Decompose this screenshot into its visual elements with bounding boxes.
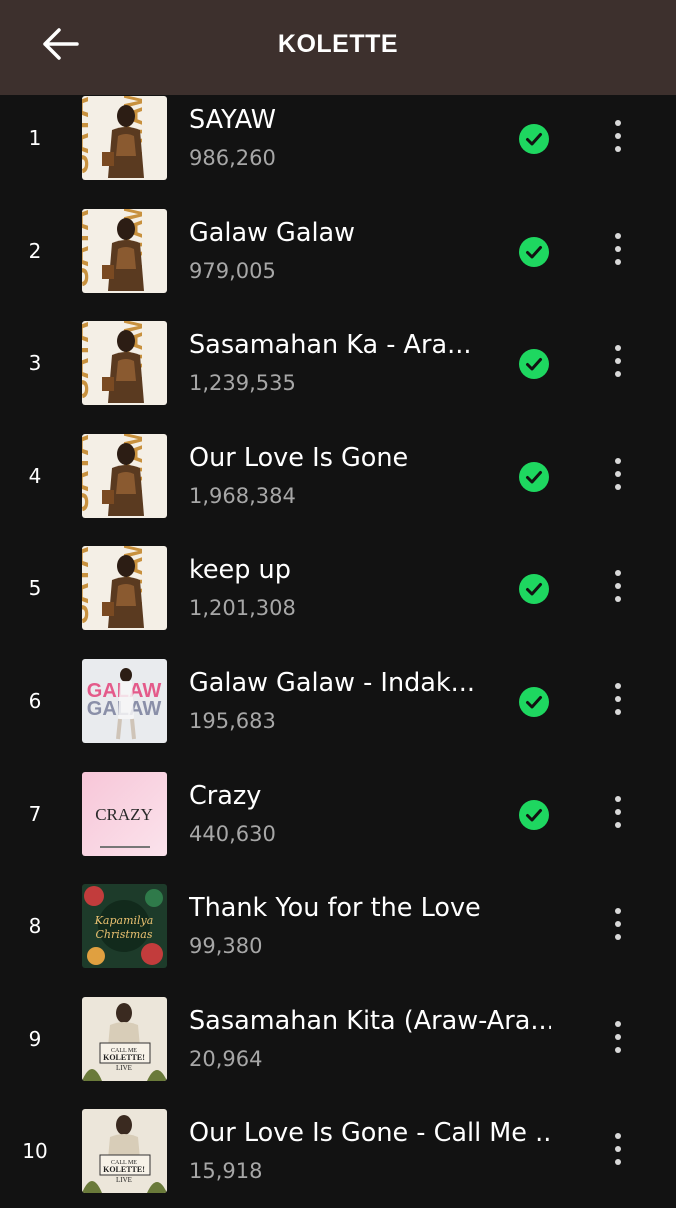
more-vertical-icon [614, 1020, 622, 1058]
album-art-image: GALAW GALAW [82, 658, 167, 743]
more-vertical-icon [614, 795, 622, 833]
track-row[interactable]: 3 SAYAW SAYAW Sasamahan Ka - Ara... 1,23… [0, 307, 676, 420]
track-rank: 3 [28, 351, 42, 376]
track-rank: 10 [22, 1139, 48, 1164]
album-art-image: CRAZY [82, 771, 167, 856]
track-rank: 8 [28, 914, 42, 939]
more-options-button[interactable] [600, 675, 636, 727]
album-art-image: SAYAW SAYAW [82, 433, 167, 518]
more-options-button[interactable] [600, 450, 636, 502]
svg-text:Kapamilya: Kapamilya [94, 914, 154, 927]
play-count: 1,968,384 [189, 483, 296, 508]
play-count: 440,630 [189, 821, 276, 846]
track-row[interactable]: 7 CRAZY Crazy 440,630 [0, 758, 676, 871]
downloaded-check-icon [519, 349, 549, 380]
track-row[interactable]: 5 SAYAW SAYAW keep up 1,201,308 [0, 532, 676, 645]
more-options-button[interactable] [600, 900, 636, 952]
svg-text:SAYAW: SAYAW [82, 546, 95, 624]
track-rank: 1 [28, 126, 42, 150]
track-row[interactable]: 8 Kapamilya Christmas Thank You for the … [0, 870, 676, 983]
track-title: Our Love Is Gone [189, 442, 409, 473]
track-title: Crazy [189, 780, 262, 811]
more-options-button[interactable] [600, 337, 636, 389]
more-vertical-icon [614, 569, 622, 607]
track-title: SAYAW [189, 105, 276, 135]
page-title: KOLETTE [277, 30, 399, 58]
more-options-button[interactable] [600, 788, 636, 840]
album-art-image: CALL ME KOLETTE! LIVE [82, 996, 167, 1081]
downloaded-check-icon [519, 574, 549, 605]
track-rank: 2 [28, 238, 42, 263]
more-options-button[interactable] [600, 562, 636, 614]
track-title: Thank You for the Love [189, 893, 481, 924]
album-art-image: SAYAW SAYAW [82, 546, 167, 631]
more-options-button[interactable] [600, 225, 636, 277]
track-list: 1 SAYAW SAYAW SAYAW 986,260 2 SAYAW SAYA… [0, 82, 676, 1208]
album-art-image: CALL ME KOLETTE! LIVE [82, 1109, 167, 1194]
svg-text:LIVE: LIVE [116, 1176, 132, 1184]
track-row[interactable]: 10 CALL ME KOLETTE! LIVE Our Love Is Gon… [0, 1095, 676, 1208]
svg-text:KOLETTE!: KOLETTE! [103, 1053, 145, 1062]
downloaded-check-icon [519, 461, 549, 492]
album-art-image: SAYAW SAYAW [82, 208, 167, 293]
downloaded-check-icon [519, 124, 549, 154]
svg-text:SAYAW: SAYAW [82, 209, 95, 287]
track-row[interactable]: 4 SAYAW SAYAW Our Love Is Gone 1,968,384 [0, 420, 676, 533]
svg-text:Christmas: Christmas [96, 928, 153, 941]
more-vertical-icon [614, 682, 622, 720]
more-options-button[interactable] [600, 1125, 636, 1177]
play-count: 1,201,308 [189, 596, 296, 621]
more-options-button[interactable] [600, 112, 636, 164]
svg-text:LIVE: LIVE [116, 1064, 132, 1072]
track-title: Sasamahan Kita (Araw-Ara... [189, 1005, 551, 1036]
svg-text:KOLETTE!: KOLETTE! [103, 1165, 145, 1174]
track-row[interactable]: 1 SAYAW SAYAW SAYAW 986,260 [0, 82, 676, 195]
top-bar: KOLETTE [0, 0, 676, 95]
more-vertical-icon [614, 232, 622, 270]
track-row[interactable]: 2 SAYAW SAYAW Galaw Galaw 979,005 [0, 195, 676, 308]
more-vertical-icon [614, 457, 622, 495]
album-art-image: SAYAW SAYAW [82, 321, 167, 406]
play-count: 99,380 [189, 934, 263, 959]
play-count: 979,005 [189, 258, 276, 283]
more-options-button[interactable] [600, 1013, 636, 1065]
track-title: Sasamahan Ka - Ara... [189, 330, 472, 361]
play-count: 20,964 [189, 1046, 263, 1071]
svg-text:SAYAW: SAYAW [82, 96, 95, 174]
track-row[interactable]: 6 GALAW GALAW Galaw Galaw - Indak... 195… [0, 645, 676, 758]
downloaded-check-icon [519, 686, 549, 717]
track-rank: 6 [28, 688, 42, 713]
svg-text:SAYAW: SAYAW [82, 321, 95, 399]
album-art-image: Kapamilya Christmas [82, 884, 167, 969]
more-vertical-icon [614, 344, 622, 382]
track-title: keep up [189, 555, 291, 586]
play-count: 195,683 [189, 708, 276, 733]
more-vertical-icon [614, 1132, 622, 1170]
track-row[interactable]: 9 CALL ME KOLETTE! LIVE Sasamahan Kita (… [0, 983, 676, 1096]
more-vertical-icon [614, 907, 622, 945]
album-art-image: SAYAW SAYAW [82, 96, 167, 180]
play-count: 1,239,535 [189, 371, 296, 396]
more-vertical-icon [614, 119, 622, 157]
track-title: Our Love Is Gone - Call Me ... [189, 1118, 551, 1149]
track-rank: 9 [28, 1026, 42, 1051]
track-title: Galaw Galaw - Indak... [189, 667, 476, 698]
track-rank: 5 [28, 576, 42, 601]
play-count: 986,260 [189, 146, 276, 170]
downloaded-check-icon [519, 236, 549, 267]
svg-text:CRAZY: CRAZY [95, 805, 153, 824]
svg-text:SAYAW: SAYAW [82, 434, 95, 512]
play-count: 15,918 [189, 1159, 263, 1184]
downloaded-check-icon [519, 799, 549, 830]
track-rank: 4 [28, 463, 42, 488]
track-rank: 7 [28, 801, 42, 826]
track-title: Galaw Galaw [189, 217, 356, 248]
